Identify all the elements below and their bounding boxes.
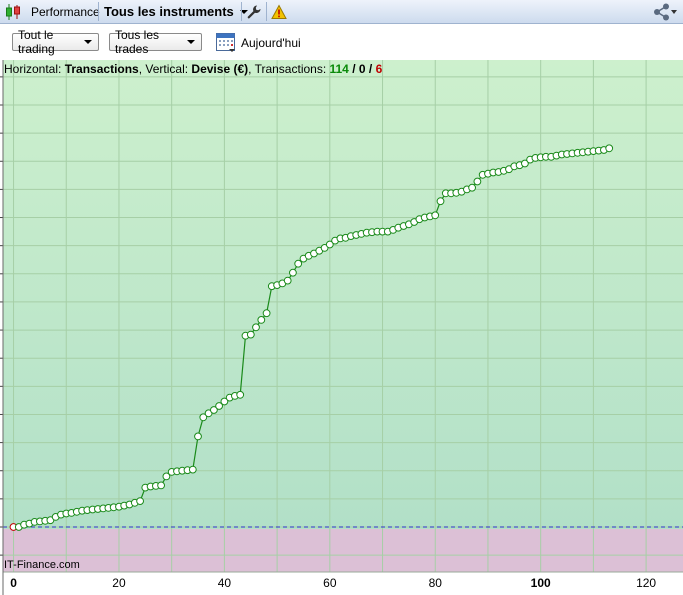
data-point <box>136 497 145 506</box>
vertical-axis-value: Devise (€) <box>191 62 249 76</box>
total-transactions-count: 114 <box>329 62 349 76</box>
watermark: IT-Finance.com <box>4 559 80 571</box>
x-tick-label: 120 <box>636 576 656 590</box>
x-tick-label: 100 <box>531 576 551 590</box>
separator: / <box>365 62 376 76</box>
data-point <box>431 211 440 220</box>
trading-select[interactable]: Tout le trading <box>12 28 99 56</box>
chevron-down-icon <box>187 40 195 44</box>
chart-info-bar: Horizontal: Transactions, Vertical: Devi… <box>4 62 382 76</box>
toolbar: Performance Tous les instruments <box>0 0 683 24</box>
toolbar-divider <box>241 2 242 21</box>
data-point <box>236 390 245 399</box>
trading-select-value: Tout le trading <box>18 28 55 56</box>
horizontal-prefix: Horizontal: <box>4 62 65 76</box>
chevron-down-icon <box>84 40 92 44</box>
neutral-transactions-count: 0 <box>358 62 366 76</box>
x-tick-label: 80 <box>429 576 443 590</box>
wrench-icon[interactable] <box>246 0 262 23</box>
trades-select[interactable]: Tous les trades <box>109 28 202 56</box>
performance-tab[interactable]: Performance <box>31 0 100 23</box>
filter-bar: Tout le trading Tous les trades Aujourd'… <box>0 24 683 60</box>
transactions-prefix: , Transactions: <box>248 62 330 76</box>
data-point <box>262 309 271 318</box>
positive-zone <box>3 60 683 529</box>
equity-curve-chart: 0 20 40 60 80 100 120 <box>0 60 683 595</box>
performance-label: Performance <box>31 4 100 19</box>
data-point <box>294 259 303 268</box>
data-point <box>283 276 292 285</box>
data-point <box>157 481 166 490</box>
data-point <box>194 432 202 441</box>
calendar-icon[interactable] <box>215 31 237 56</box>
separator: / <box>348 62 359 76</box>
instruments-label: Tous les instruments <box>104 4 234 19</box>
data-point <box>473 177 482 186</box>
candlestick-icon[interactable] <box>4 0 22 23</box>
warning-icon[interactable] <box>271 0 287 23</box>
x-tick-label: 0 <box>10 576 17 590</box>
data-point <box>246 330 255 339</box>
toolbar-divider <box>98 2 99 21</box>
data-point <box>436 197 445 206</box>
data-point <box>188 465 197 474</box>
share-icon[interactable] <box>653 0 679 23</box>
data-point <box>252 323 260 332</box>
x-tick-label: 20 <box>112 576 126 590</box>
data-point <box>468 183 477 192</box>
horizontal-axis-value: Transactions <box>64 62 139 76</box>
date-label[interactable]: Aujourd'hui <box>241 36 301 50</box>
data-point <box>605 144 614 153</box>
x-tick-label: 40 <box>218 576 232 590</box>
trades-select-value: Tous les trades <box>115 28 160 56</box>
x-tick-label: 60 <box>323 576 337 590</box>
instruments-dropdown[interactable]: Tous les instruments <box>104 0 248 23</box>
negative-zone <box>3 529 683 572</box>
vertical-prefix: , Vertical: <box>138 62 192 76</box>
data-point <box>257 316 266 324</box>
losing-transactions-count: 6 <box>375 62 383 76</box>
data-point <box>289 268 297 277</box>
toolbar-divider <box>266 2 267 21</box>
